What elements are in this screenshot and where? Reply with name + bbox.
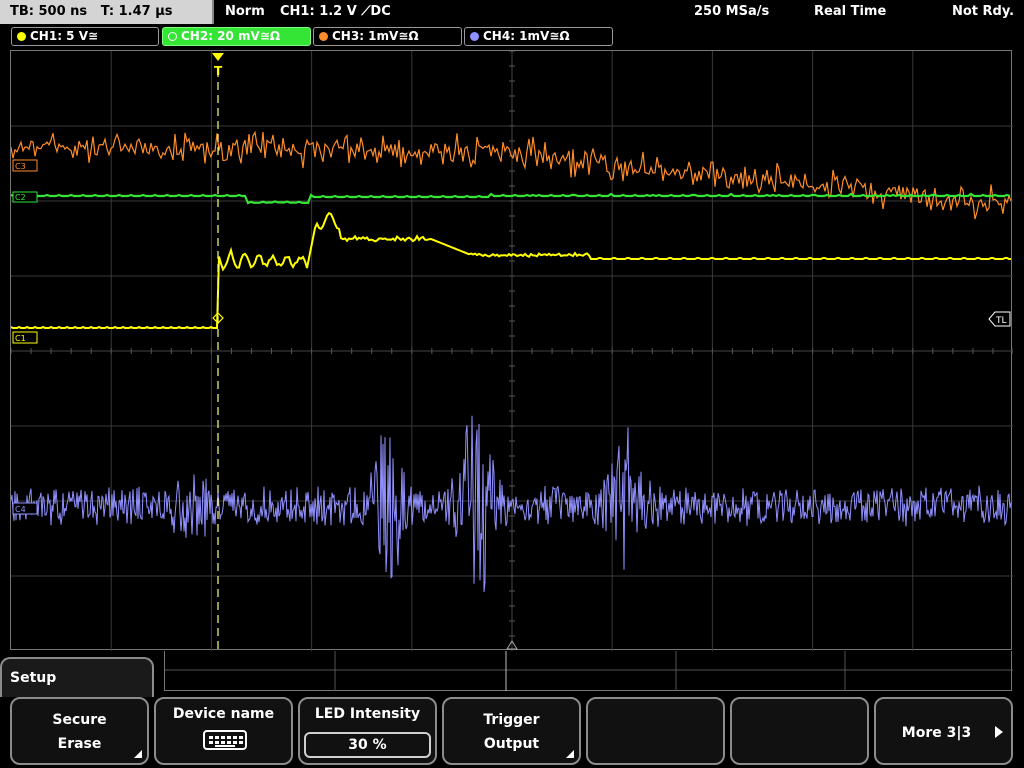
acquisition-type: Real Time bbox=[814, 4, 887, 19]
ch4-color-dot bbox=[470, 32, 479, 41]
device-name-button[interactable]: Device name bbox=[154, 697, 293, 765]
ch3-marker-label: C3 bbox=[15, 162, 26, 171]
tab-ch4[interactable]: CH4: 1mV≅Ω bbox=[464, 27, 613, 46]
tab-ch4-label: CH4: 1mV≅Ω bbox=[483, 29, 570, 43]
ch4-offset-marker[interactable]: C4 bbox=[12, 502, 38, 515]
keyboard-icon bbox=[203, 730, 247, 750]
led-intensity-label: LED Intensity bbox=[314, 706, 421, 722]
ch3-color-dot bbox=[319, 32, 328, 41]
trigger-state: Not Rdy. bbox=[952, 4, 1015, 19]
more-button[interactable]: More 3|3 bbox=[874, 697, 1013, 765]
ch4-waveform bbox=[11, 415, 1012, 592]
trigger-output-button[interactable]: Trigger Output bbox=[442, 697, 581, 765]
tab-ch3-label: CH3: 1mV≅Ω bbox=[332, 29, 419, 43]
channel-tabs: CH1: 5 V≅ CH2: 20 mV≅Ω CH3: 1mV≅Ω CH4: 1… bbox=[0, 26, 1024, 48]
softkey-5-empty[interactable] bbox=[586, 697, 725, 765]
trigger-output-line2: Output bbox=[483, 736, 540, 752]
secure-erase-line2: Erase bbox=[57, 736, 102, 752]
ch1-offset-marker[interactable]: C1 bbox=[12, 331, 38, 344]
overview-grid-lines bbox=[165, 651, 1013, 691]
softkey-6-empty[interactable] bbox=[730, 697, 869, 765]
timebase-readout[interactable]: TB: 500 ns T: 1.47 µs bbox=[0, 0, 214, 24]
tab-ch3[interactable]: CH3: 1mV≅Ω bbox=[313, 27, 462, 46]
trigger-arrow-icon bbox=[212, 53, 224, 61]
overview-grid bbox=[164, 651, 1013, 691]
tab-ch2[interactable]: CH2: 20 mV≅Ω bbox=[162, 27, 311, 46]
graticule bbox=[11, 51, 1013, 651]
tab-ch1-label: CH1: 5 V≅ bbox=[30, 29, 99, 43]
ch2-waveform bbox=[11, 192, 1011, 205]
led-intensity-button[interactable]: LED Intensity 30 % bbox=[298, 697, 437, 765]
trigger-output-line1: Trigger bbox=[483, 712, 540, 728]
arrow-right-icon bbox=[995, 726, 1003, 738]
tab-ch2-label: CH2: 20 mV≅Ω bbox=[181, 29, 281, 43]
ch1-waveform bbox=[11, 211, 1011, 329]
submenu-corner-icon bbox=[566, 750, 574, 758]
trigger-level-marker[interactable]: TL bbox=[988, 311, 1011, 327]
trigger-marker-label: T bbox=[214, 64, 223, 78]
ch2-color-dot bbox=[168, 32, 177, 41]
ch2-offset-marker[interactable]: C2 bbox=[12, 191, 38, 203]
trigger-level-label: TL bbox=[995, 316, 1007, 326]
ch1-color-dot bbox=[17, 32, 26, 41]
secure-erase-line1: Secure bbox=[52, 712, 107, 728]
waveform-display[interactable]: T C3 C2 C1 C4 TL bbox=[10, 50, 1013, 651]
acquisition-mode[interactable]: Norm bbox=[225, 0, 265, 24]
ch2-marker-label: C2 bbox=[15, 193, 26, 202]
status-bar: TB: 500 ns T: 1.47 µs Norm CH1: 1.2 V ⟋D… bbox=[0, 0, 1024, 24]
sample-rate: 250 MSa/s bbox=[694, 4, 770, 19]
ch3-waveform bbox=[11, 130, 1012, 220]
tab-ch1[interactable]: CH1: 5 V≅ bbox=[11, 27, 159, 46]
device-name-label: Device name bbox=[172, 706, 275, 722]
ch4-marker-label: C4 bbox=[15, 505, 26, 514]
ch3-offset-marker[interactable]: C3 bbox=[12, 159, 38, 172]
waveform-canvas: T C3 C2 C1 C4 TL bbox=[11, 51, 1013, 651]
trigger-readout[interactable]: CH1: 1.2 V ⟋DC bbox=[280, 0, 391, 24]
led-intensity-value: 30 % bbox=[304, 732, 431, 758]
submenu-corner-icon bbox=[134, 750, 142, 758]
menu-title-tab: Setup bbox=[0, 657, 154, 697]
more-label: More 3|3 bbox=[901, 725, 972, 741]
secure-erase-button[interactable]: Secure Erase bbox=[10, 697, 149, 765]
trigger-marker[interactable]: T bbox=[212, 53, 224, 78]
ch1-marker-label: C1 bbox=[15, 334, 26, 343]
